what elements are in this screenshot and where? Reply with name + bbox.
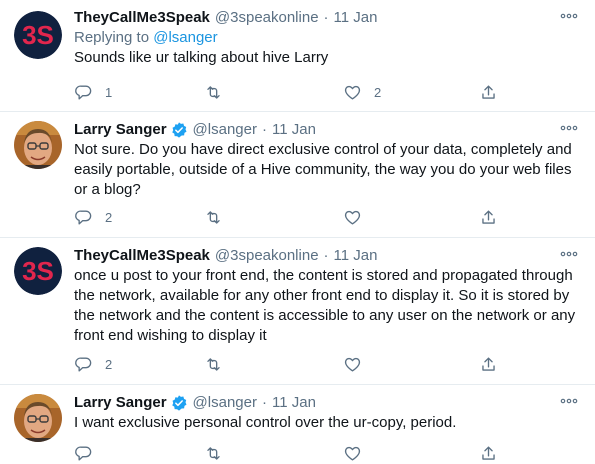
reply-button[interactable]: 2	[74, 353, 112, 375]
svg-text:3S: 3S	[22, 20, 54, 50]
retweet-button[interactable]	[204, 353, 235, 375]
separator-dot: ·	[323, 9, 329, 26]
author-handle[interactable]: @lsanger	[193, 393, 257, 413]
tweet-actions: 2	[74, 353, 504, 375]
like-button[interactable]	[343, 442, 374, 464]
like-button[interactable]	[343, 353, 374, 375]
verified-badge-icon	[171, 122, 187, 138]
tweet-text: Not sure. Do you have direct exclusive c…	[74, 140, 583, 200]
retweet-icon	[207, 210, 220, 224]
tweet-date[interactable]: 11 Jan	[334, 8, 378, 28]
replying-prefix: Replying to	[74, 29, 150, 46]
avatar-3speak[interactable]: 3S	[14, 247, 62, 295]
author-handle[interactable]: @3speakonline	[215, 246, 319, 266]
verified-badge-icon	[171, 395, 187, 411]
share-icon	[482, 445, 495, 460]
retweet-icon	[207, 85, 220, 99]
tweet-text-line: the network and the content is accessibl…	[74, 307, 576, 324]
tweet-text-line: I want exclusive personal control over t…	[74, 414, 457, 431]
reply-count: 1	[105, 84, 113, 100]
tweet-text-line: Not sure. Do you have direct exclusive c…	[74, 141, 572, 158]
share-button[interactable]	[479, 206, 498, 228]
reply-icon	[75, 445, 92, 461]
author-name[interactable]: Larry Sanger	[74, 120, 167, 140]
tweet-date[interactable]: 11 Jan	[272, 393, 316, 413]
svg-text:3S: 3S	[22, 256, 54, 286]
like-button[interactable]: 2	[343, 81, 381, 103]
like-button[interactable]	[343, 206, 374, 228]
tweet-actions	[74, 442, 504, 464]
more-options-icon[interactable]	[559, 244, 579, 264]
author-handle[interactable]: @lsanger	[193, 120, 257, 140]
tweet-text-line: easily portable, outside of a Hive commu…	[74, 161, 572, 178]
tweet-text: Sounds like ur talking about hive Larry	[74, 48, 583, 68]
reply-button[interactable]: 1	[74, 81, 112, 103]
separator-dot: ·	[261, 121, 267, 138]
share-icon	[482, 209, 495, 224]
tweet-date[interactable]: 11 Jan	[272, 120, 316, 140]
retweet-icon	[207, 446, 220, 460]
retweet-button[interactable]	[204, 442, 235, 464]
more-options-icon[interactable]	[559, 118, 579, 138]
share-icon	[482, 84, 495, 99]
share-button[interactable]	[479, 442, 498, 464]
tweet-actions: 2	[74, 206, 504, 228]
reply-button[interactable]: 2	[74, 206, 112, 228]
author-name[interactable]: Larry Sanger	[74, 393, 167, 413]
like-icon	[344, 85, 361, 100]
tweet-4[interactable]: Larry Sanger @lsanger · 11 Jan I want ex…	[0, 385, 595, 463]
author-name[interactable]: TheyCallMe3Speak	[74, 8, 210, 28]
tweet-text: I want exclusive personal control over t…	[74, 413, 583, 433]
tweet-text-line: once u post to your front end, the conte…	[74, 267, 573, 284]
reply-icon	[75, 209, 92, 225]
share-icon	[482, 356, 495, 371]
retweet-button[interactable]	[204, 206, 235, 228]
avatar-3speak[interactable]: 3S	[14, 11, 62, 59]
reply-count: 2	[105, 209, 113, 225]
avatar-larry-sanger[interactable]	[14, 121, 62, 169]
separator-dot: ·	[323, 247, 329, 264]
tweet-date[interactable]: 11 Jan	[334, 246, 378, 266]
separator-dot: ·	[261, 394, 267, 411]
reply-button[interactable]	[74, 442, 105, 464]
tweet-text: once u post to your front end, the conte…	[74, 266, 583, 346]
tweet-2[interactable]: Larry Sanger @lsanger · 11 Jan Not sure.…	[0, 112, 595, 236]
share-button[interactable]	[479, 81, 498, 103]
more-options-icon[interactable]	[559, 6, 579, 26]
like-icon	[344, 210, 361, 225]
share-button[interactable]	[479, 353, 498, 375]
replying-to: Replying to @lsanger	[74, 28, 583, 48]
like-count: 2	[374, 84, 382, 100]
avatar-larry-sanger[interactable]	[14, 394, 62, 442]
retweet-button[interactable]	[204, 81, 235, 103]
reply-count: 2	[105, 356, 113, 372]
tweet-1[interactable]: 3S TheyCallMe3Speak @3speakonline · 11 J…	[0, 0, 595, 110]
like-icon	[344, 357, 361, 372]
retweet-icon	[207, 357, 220, 371]
tweet-text-line: the network, available for any other fro…	[74, 287, 570, 304]
author-name[interactable]: TheyCallMe3Speak	[74, 246, 210, 266]
replying-handle-link[interactable]: @lsanger	[153, 29, 217, 46]
tweet-text-line: or a blog?	[74, 181, 141, 198]
tweet-3[interactable]: 3S TheyCallMe3Speak @3speakonline · 11 J…	[0, 238, 595, 384]
more-options-icon[interactable]	[559, 391, 579, 411]
reply-icon	[75, 84, 92, 100]
author-handle[interactable]: @3speakonline	[215, 8, 319, 28]
like-icon	[344, 446, 361, 461]
reply-icon	[75, 356, 92, 372]
tweet-text-line: front end wishing to display it	[74, 327, 267, 344]
tweet-actions: 1 2	[74, 81, 504, 103]
tweet-text-line: Sounds like ur talking about hive Larry	[74, 49, 329, 66]
